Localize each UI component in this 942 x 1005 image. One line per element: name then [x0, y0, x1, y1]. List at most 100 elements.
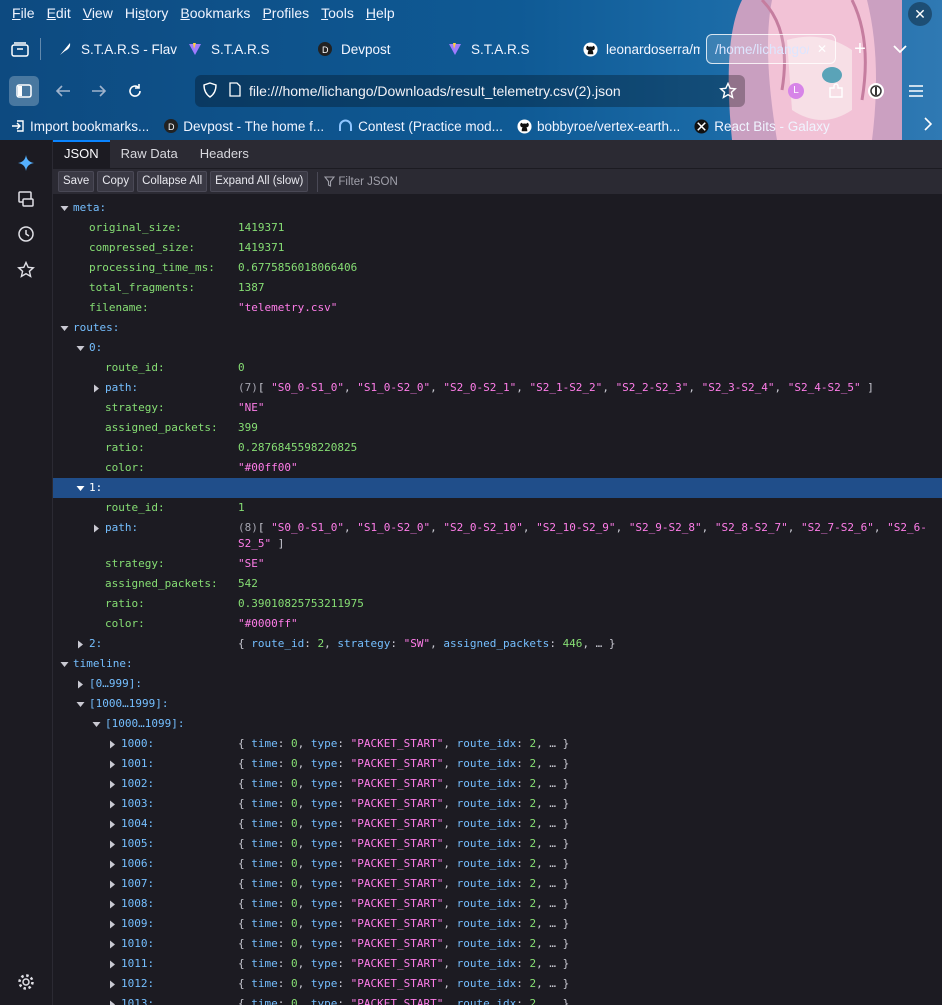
expanded-arrow-icon[interactable]: [74, 338, 86, 358]
bookmark-codeforces[interactable]: Contest (Practice mod...: [338, 119, 503, 134]
expanded-arrow-icon[interactable]: [90, 714, 102, 734]
collapsed-arrow-icon[interactable]: [74, 674, 86, 694]
menu-profiles[interactable]: Profiles: [256, 5, 315, 21]
timeline-entry[interactable]: 1013: { time: 0, type: "PACKET_START", ro…: [53, 994, 942, 1005]
routes-node[interactable]: routes:: [53, 318, 942, 338]
timeline-entry[interactable]: 1004: { time: 0, type: "PACKET_START", ro…: [53, 814, 942, 834]
menu-history[interactable]: History: [119, 5, 175, 21]
reload-button[interactable]: [117, 75, 153, 107]
password-manager-button[interactable]: [858, 75, 894, 107]
tab-devpost[interactable]: D Devpost: [307, 31, 437, 67]
customize-sidebar-button[interactable]: [15, 971, 37, 993]
range-node[interactable]: [1000…1999]:: [53, 694, 942, 714]
collapsed-arrow-icon[interactable]: [106, 894, 118, 914]
menu-bookmarks[interactable]: Bookmarks: [174, 5, 256, 21]
timeline-entry[interactable]: 1008: { time: 0, type: "PACKET_START", ro…: [53, 894, 942, 914]
bookmark-devpost[interactable]: D Devpost - The home f...: [163, 119, 324, 134]
collapsed-arrow-icon[interactable]: [74, 634, 86, 654]
tab-overview-button[interactable]: [0, 30, 40, 68]
path-node[interactable]: path: (7)[ "S0_0-S1_0", "S1_0-S2_0", "S2_…: [53, 378, 942, 398]
menu-edit[interactable]: Edit: [41, 5, 77, 21]
timeline-entry[interactable]: 1000: { time: 0, type: "PACKET_START", ro…: [53, 734, 942, 754]
filter-json-input[interactable]: Filter JSON: [317, 171, 942, 192]
timeline-entry[interactable]: 1001: { time: 0, type: "PACKET_START", ro…: [53, 754, 942, 774]
synced-tabs-button[interactable]: [15, 188, 37, 210]
tab-stars-1[interactable]: S.T.A.R.S: [177, 31, 307, 67]
tab-stars-2[interactable]: S.T.A.R.S: [437, 31, 572, 67]
route-node[interactable]: 0:: [53, 338, 942, 358]
timeline-entry[interactable]: 1012: { time: 0, type: "PACKET_START", ro…: [53, 974, 942, 994]
bookmark-star-icon[interactable]: [719, 81, 737, 103]
bookmark-import[interactable]: Import bookmarks...: [10, 119, 149, 134]
history-button[interactable]: [15, 223, 37, 245]
range-node[interactable]: [0…999]:: [53, 674, 942, 694]
timeline-entry[interactable]: 1007: { time: 0, type: "PACKET_START", ro…: [53, 874, 942, 894]
range-node[interactable]: [1000…1099]:: [53, 714, 942, 734]
bookmark-vertex-earth[interactable]: bobbyroe/vertex-earth...: [517, 119, 680, 134]
window-close-button[interactable]: ✕: [908, 2, 932, 26]
bookmarks-button[interactable]: [15, 259, 37, 281]
expanded-arrow-icon[interactable]: [74, 478, 86, 498]
timeline-entry[interactable]: 1006: { time: 0, type: "PACKET_START", ro…: [53, 854, 942, 874]
collapsed-arrow-icon[interactable]: [90, 378, 102, 398]
expand-all-button[interactable]: Expand All (slow): [210, 171, 309, 192]
account-button[interactable]: L: [778, 75, 814, 107]
url-bar[interactable]: file:///home/lichango/Downloads/result_t…: [195, 75, 745, 107]
route-node[interactable]: 1:: [53, 478, 942, 498]
collapsed-arrow-icon[interactable]: [106, 934, 118, 954]
collapsed-arrow-icon[interactable]: [106, 754, 118, 774]
tab-headers[interactable]: Headers: [189, 140, 260, 168]
path-node[interactable]: path: (8)[ "S0_0-S1_0", "S1_0-S2_0", "S2_…: [53, 518, 942, 554]
ai-chatbot-button[interactable]: [15, 152, 37, 174]
expanded-arrow-icon[interactable]: [58, 198, 70, 218]
tab-github[interactable]: leonardoserra/m: [572, 31, 700, 67]
shield-icon[interactable]: [203, 81, 217, 101]
collapsed-arrow-icon[interactable]: [106, 734, 118, 754]
menu-view[interactable]: View: [77, 5, 119, 21]
timeline-entry[interactable]: 1009: { time: 0, type: "PACKET_START", ro…: [53, 914, 942, 934]
menu-file[interactable]: File: [6, 5, 41, 21]
expanded-arrow-icon[interactable]: [74, 694, 86, 714]
collapsed-arrow-icon[interactable]: [106, 774, 118, 794]
collapsed-arrow-icon[interactable]: [106, 854, 118, 874]
collapsed-arrow-icon[interactable]: [106, 974, 118, 994]
timeline-entry[interactable]: 1011: { time: 0, type: "PACKET_START", ro…: [53, 954, 942, 974]
menu-help[interactable]: Help: [360, 5, 401, 21]
tab-raw-data[interactable]: Raw Data: [110, 140, 189, 168]
close-tab-icon[interactable]: ✕: [817, 42, 827, 56]
route-node[interactable]: 2: { route_id: 2, strategy: "SW", assigne…: [53, 634, 942, 654]
collapsed-arrow-icon[interactable]: [106, 794, 118, 814]
timeline-entry[interactable]: 1003: { time: 0, type: "PACKET_START", ro…: [53, 794, 942, 814]
bookmarks-overflow-chevron-icon[interactable]: [924, 117, 933, 134]
timeline-node[interactable]: timeline:: [53, 654, 942, 674]
bookmark-react-bits[interactable]: React Bits - Galaxy: [694, 119, 830, 134]
app-menu-button[interactable]: [898, 75, 934, 107]
new-tab-button[interactable]: +: [844, 33, 876, 65]
expanded-arrow-icon[interactable]: [58, 318, 70, 338]
collapsed-arrow-icon[interactable]: [106, 874, 118, 894]
back-button[interactable]: [45, 75, 81, 107]
copy-button[interactable]: Copy: [97, 171, 135, 192]
collapsed-arrow-icon[interactable]: [106, 994, 118, 1005]
tab-active-json-file[interactable]: /home/lichango/D ✕: [706, 34, 836, 64]
tab-stars-flavor[interactable]: S.T.A.R.S - Flav: [47, 31, 177, 67]
timeline-entry[interactable]: 1002: { time: 0, type: "PACKET_START", ro…: [53, 774, 942, 794]
menu-tools[interactable]: Tools: [315, 5, 360, 21]
collapsed-arrow-icon[interactable]: [90, 518, 102, 538]
expanded-arrow-icon[interactable]: [58, 654, 70, 674]
collapsed-arrow-icon[interactable]: [106, 954, 118, 974]
list-all-tabs-button[interactable]: [884, 33, 916, 65]
forward-button[interactable]: [81, 75, 117, 107]
timeline-entry[interactable]: 1010: { time: 0, type: "PACKET_START", ro…: [53, 934, 942, 954]
timeline-entry[interactable]: 1005: { time: 0, type: "PACKET_START", ro…: [53, 834, 942, 854]
url-text[interactable]: file:///home/lichango/Downloads/result_t…: [249, 83, 621, 99]
extensions-button[interactable]: [818, 75, 854, 107]
meta-node[interactable]: meta:: [53, 198, 942, 218]
collapsed-arrow-icon[interactable]: [106, 834, 118, 854]
collapse-all-button[interactable]: Collapse All: [137, 171, 208, 192]
sidebar-toggle-button[interactable]: [9, 76, 39, 106]
save-button[interactable]: Save: [58, 171, 95, 192]
collapsed-arrow-icon[interactable]: [106, 814, 118, 834]
tab-json[interactable]: JSON: [53, 140, 110, 168]
collapsed-arrow-icon[interactable]: [106, 914, 118, 934]
